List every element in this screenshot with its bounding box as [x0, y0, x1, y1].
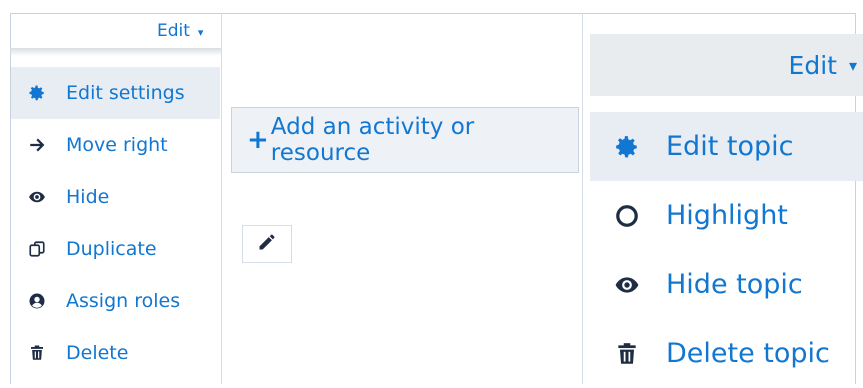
menu-item-label: Move right — [66, 134, 168, 156]
big-edit-dropdown-toggle[interactable]: Edit ▾ — [590, 34, 863, 96]
column-divider — [221, 13, 222, 384]
add-activity-button[interactable]: + Add an activity or resource — [231, 107, 579, 173]
edit-pencil-button[interactable] — [242, 225, 292, 263]
menu-item-label: Delete — [66, 342, 129, 364]
column-divider — [582, 13, 583, 384]
gear-icon — [26, 82, 48, 104]
arrow-right-icon — [26, 134, 48, 156]
menu-item-hide[interactable]: Hide — [11, 171, 220, 223]
menu-item-label: Duplicate — [66, 238, 157, 260]
eye-icon — [26, 186, 48, 208]
menu-item-label: Assign roles — [66, 290, 181, 312]
menu-item-edit-settings[interactable]: Edit settings — [11, 67, 220, 119]
eye-icon — [612, 270, 642, 300]
menu-item-duplicate[interactable]: Duplicate — [11, 223, 220, 275]
big-edit-label: Edit — [788, 50, 837, 80]
add-activity-label: Add an activity or resource — [270, 114, 475, 166]
top-border — [10, 13, 855, 14]
chevron-down-icon: ▾ — [848, 55, 857, 75]
menu-item-hide-topic[interactable]: Hide topic — [590, 250, 863, 319]
duplicate-icon — [26, 238, 48, 260]
menu-item-delete[interactable]: Delete — [11, 327, 220, 379]
dropdown-shadow — [10, 48, 221, 56]
trash-icon — [26, 342, 48, 364]
small-edit-menu: Edit settings Move right Hide Duplicate … — [11, 67, 220, 379]
small-edit-dropdown-toggle[interactable]: Edit ▾ — [157, 18, 221, 44]
pencil-icon — [257, 232, 277, 256]
chevron-down-icon: ▾ — [197, 25, 204, 39]
menu-item-delete-topic[interactable]: Delete topic — [590, 319, 863, 388]
user-circle-icon — [26, 290, 48, 312]
menu-item-label: Highlight — [666, 200, 788, 231]
menu-item-assign-roles[interactable]: Assign roles — [11, 275, 220, 327]
gear-icon — [612, 132, 642, 162]
menu-item-label: Hide — [66, 186, 110, 208]
menu-item-label: Edit settings — [66, 82, 185, 104]
circle-outline-icon — [612, 201, 642, 231]
trash-icon — [612, 339, 642, 369]
menu-item-move-right[interactable]: Move right — [11, 119, 220, 171]
plus-icon: + — [247, 125, 269, 155]
menu-item-highlight[interactable]: Highlight — [590, 181, 863, 250]
menu-item-edit-topic[interactable]: Edit topic — [590, 112, 863, 181]
big-edit-menu: Edit topic Highlight Hide topic Delete t… — [590, 112, 863, 388]
small-edit-label: Edit — [157, 21, 190, 41]
menu-item-label: Delete topic — [666, 338, 830, 369]
menu-item-label: Hide topic — [666, 269, 803, 300]
menu-item-label: Edit topic — [666, 131, 794, 162]
